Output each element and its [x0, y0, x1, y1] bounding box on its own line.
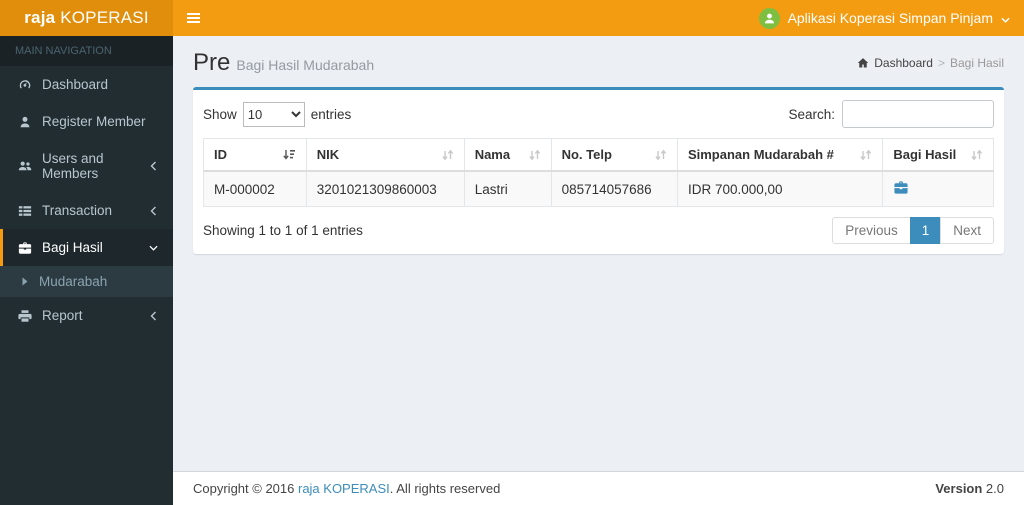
- cell-simpanan: IDR 700.000,00: [676, 170, 884, 207]
- user-avatar: [758, 7, 780, 29]
- page-title: Pre: [193, 49, 231, 76]
- sort-both-icon: [441, 149, 454, 161]
- sidebar-item-label: Dashboard: [42, 77, 109, 92]
- sidebar-item-report[interactable]: Report: [0, 297, 173, 334]
- user-icon: [764, 13, 774, 23]
- column-header-telp[interactable]: No. Telp: [550, 138, 678, 172]
- sort-asc-icon: [282, 149, 296, 161]
- sidebar-section-header: MAIN NAVIGATION: [0, 36, 173, 66]
- page-footer: Copyright © 2016 raja KOPERASI. All righ…: [173, 471, 1024, 505]
- brand-logo-bold: raja: [24, 8, 56, 27]
- sidebar-item-dashboard[interactable]: Dashboard: [0, 66, 173, 103]
- chevron-left-icon: [149, 206, 158, 216]
- search-control: Search:: [788, 100, 994, 128]
- content: Pre Bagi Hasil Mudarabah Dashboard > Bagi…: [173, 36, 1024, 471]
- breadcrumb-dashboard[interactable]: Dashboard: [874, 56, 933, 70]
- entries-label: entries: [310, 106, 352, 122]
- sidebar-subitem-label: Mudarabah: [39, 274, 108, 289]
- datatable-controls: Show 10 entries Search:: [203, 100, 994, 128]
- app-window: raja KOPERASI Aplikasi Koperasi Simpan P…: [0, 0, 1024, 505]
- sidebar: MAIN NAVIGATION Dashboard Register Membe…: [0, 36, 173, 505]
- column-header-id[interactable]: ID: [203, 138, 307, 172]
- sidebar-item-label: Users and Members: [42, 151, 104, 181]
- sidebar-item-label: Bagi Hasil: [42, 240, 103, 255]
- search-input[interactable]: [842, 100, 994, 128]
- sidebar-item-users-and-members[interactable]: Users and Members: [0, 140, 173, 192]
- sort-both-icon: [970, 149, 983, 161]
- column-header-bagi-hasil[interactable]: Bagi Hasil: [882, 138, 994, 172]
- page-heading: Pre Bagi Hasil Mudarabah: [193, 49, 374, 77]
- page-length-control: Show 10 entries: [203, 101, 352, 127]
- table-info: Showing 1 to 1 of 1 entries: [203, 223, 363, 238]
- next-page-button[interactable]: Next: [940, 217, 994, 244]
- chevron-down-icon: [1001, 10, 1010, 26]
- cell-action: [882, 170, 994, 207]
- sort-both-icon: [859, 149, 872, 161]
- user-icon: [18, 115, 33, 129]
- briefcase-icon: [18, 241, 33, 255]
- list-icon: [18, 204, 33, 218]
- breadcrumb-separator: >: [937, 56, 945, 70]
- bagi-hasil-action-button[interactable]: [893, 180, 909, 195]
- cell-nama: Lastri: [463, 170, 552, 207]
- page-length-select[interactable]: 10: [242, 101, 305, 127]
- caret-right-icon: [22, 277, 28, 286]
- brand-footer-link[interactable]: raja KOPERASI: [298, 481, 390, 496]
- sort-both-icon: [654, 149, 667, 161]
- previous-page-button[interactable]: Previous: [832, 217, 911, 244]
- version-text: Version 2.0: [935, 481, 1004, 496]
- sidebar-item-bagi-hasil[interactable]: Bagi Hasil: [0, 229, 173, 266]
- sidebar-item-register-member[interactable]: Register Member: [0, 103, 173, 140]
- top-navbar: raja KOPERASI Aplikasi Koperasi Simpan P…: [0, 0, 1024, 36]
- users-icon: [18, 159, 33, 173]
- cell-id: M-000002: [203, 170, 307, 207]
- version-value: 2.0: [985, 481, 1004, 496]
- main-area: Pre Bagi Hasil Mudarabah Dashboard > Bagi…: [173, 36, 1024, 505]
- table-header-row: ID NIK Nama No. Telp Simpanan Mudarabah …: [203, 138, 994, 172]
- chevron-left-icon: [149, 311, 158, 321]
- column-header-nik[interactable]: NIK: [305, 138, 465, 172]
- dashboard-icon: [18, 78, 33, 92]
- brand-logo-rest: KOPERASI: [55, 8, 149, 27]
- copyright-text: Copyright © 2016 raja KOPERASI. All righ…: [193, 481, 500, 496]
- data-table: ID NIK Nama No. Telp Simpanan Mudarabah …: [203, 138, 994, 207]
- version-label: Version: [935, 481, 986, 496]
- copyright-prefix: Copyright © 2016: [193, 481, 298, 496]
- user-menu-label: Aplikasi Koperasi Simpan Pinjam: [787, 10, 993, 26]
- sidebar-subitem-mudarabah[interactable]: Mudarabah: [0, 266, 173, 297]
- briefcase-icon: [894, 181, 908, 194]
- sidebar-toggle-button[interactable]: [173, 0, 213, 36]
- show-label: Show: [203, 106, 237, 122]
- table-row: M-000002 3201021309860003 Lastri 0857140…: [203, 170, 994, 207]
- chevron-down-icon: [149, 243, 158, 253]
- cell-nik: 3201021309860003: [305, 170, 465, 207]
- cell-telp: 085714057686: [550, 170, 678, 207]
- breadcrumb: Dashboard > Bagi Hasil: [857, 56, 1004, 70]
- sort-both-icon: [528, 149, 541, 161]
- copyright-suffix: . All rights reserved: [389, 481, 501, 496]
- pagination: Previous 1 Next: [832, 217, 994, 244]
- datatable-footer: Showing 1 to 1 of 1 entries Previous 1 N…: [203, 217, 994, 244]
- chevron-left-icon: [149, 161, 158, 171]
- page-subtitle: Bagi Hasil Mudarabah: [236, 57, 375, 73]
- breadcrumb-current: Bagi Hasil: [949, 56, 1004, 70]
- sidebar-item-label: Transaction: [42, 203, 113, 218]
- sidebar-item-transaction[interactable]: Transaction: [0, 192, 173, 229]
- content-header: Pre Bagi Hasil Mudarabah Dashboard > Bagi…: [173, 36, 1024, 87]
- column-header-simpanan[interactable]: Simpanan Mudarabah #: [676, 138, 884, 172]
- datatable-box: Show 10 entries Search: ID NIK Nama No. …: [193, 87, 1004, 254]
- column-header-nama[interactable]: Nama: [463, 138, 552, 172]
- printer-icon: [18, 309, 33, 323]
- sidebar-item-label: Register Member: [42, 114, 146, 129]
- user-menu[interactable]: Aplikasi Koperasi Simpan Pinjam: [745, 0, 1024, 36]
- page-1-button[interactable]: 1: [909, 217, 942, 244]
- sidebar-item-label: Report: [42, 308, 83, 323]
- brand-logo[interactable]: raja KOPERASI: [0, 0, 173, 36]
- search-label: Search:: [788, 106, 835, 122]
- home-icon: [857, 57, 869, 69]
